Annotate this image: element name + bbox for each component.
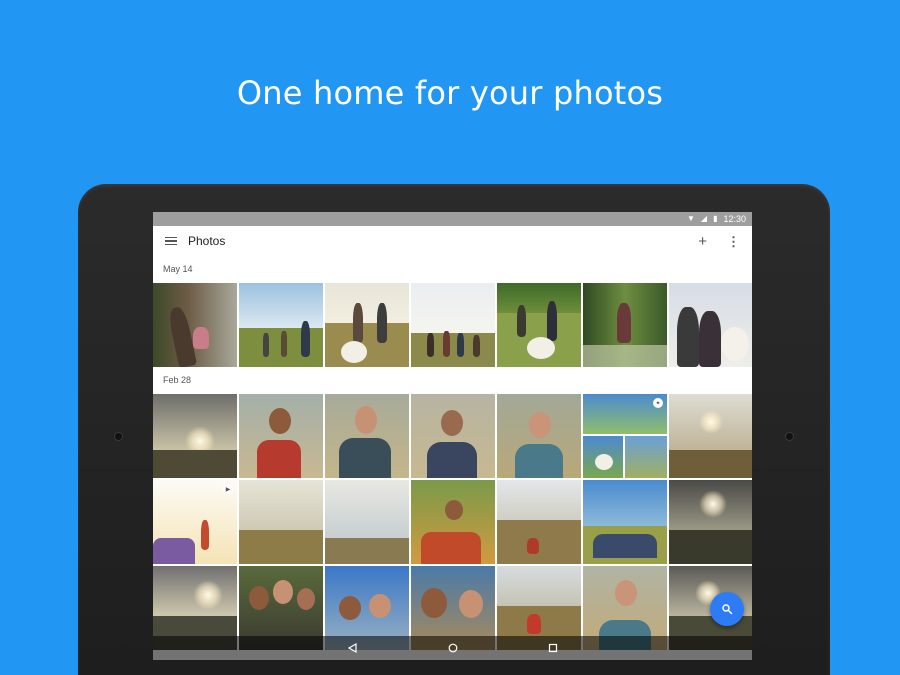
back-icon[interactable] [343, 638, 363, 658]
battery-icon: ▮ [713, 214, 718, 223]
home-icon[interactable] [443, 638, 463, 658]
photo-row [153, 283, 752, 367]
photo-thumbnail[interactable] [411, 283, 495, 367]
section-date-label: Feb 28 [163, 375, 192, 385]
photo-thumbnail[interactable] [669, 394, 752, 478]
photo-thumbnail[interactable] [669, 480, 752, 564]
photo-thumbnail[interactable] [669, 283, 752, 367]
photo-thumbnail[interactable] [239, 480, 323, 564]
photo-thumbnail[interactable] [153, 283, 237, 367]
photo-thumbnail[interactable] [239, 283, 323, 367]
photo-thumbnail[interactable] [583, 283, 667, 367]
section-date-label: May 14 [163, 264, 193, 274]
front-sensor [114, 432, 123, 441]
collage-icon: ✦ [653, 398, 663, 408]
photo-thumbnail[interactable] [239, 394, 323, 478]
search-fab[interactable] [710, 592, 744, 626]
headline: One home for your photos [236, 74, 664, 112]
tablet-screen: ▼ ◢ ▮ 12:30 Photos + ⋮ May 14 Feb 28 ✦ ▶ [153, 212, 752, 660]
photo-thumbnail[interactable] [153, 394, 237, 478]
system-nav-bar [153, 636, 752, 660]
front-sensor [785, 432, 794, 441]
video-play-icon: ▶ [223, 484, 233, 494]
photo-thumbnail[interactable] [325, 283, 409, 367]
tablet-frame: ▼ ◢ ▮ 12:30 Photos + ⋮ May 14 Feb 28 ✦ ▶ [78, 184, 830, 675]
photo-thumbnail[interactable] [325, 480, 409, 564]
photo-thumbnail[interactable] [497, 283, 581, 367]
photo-row: ▶ [153, 480, 752, 564]
photo-thumbnail[interactable] [583, 480, 667, 564]
more-vert-icon[interactable]: ⋮ [727, 235, 740, 248]
photo-row: ✦ [153, 394, 752, 478]
photo-thumbnail[interactable] [411, 394, 495, 478]
photo-thumbnail[interactable] [325, 394, 409, 478]
add-icon[interactable]: + [698, 234, 707, 249]
status-time: 12:30 [723, 214, 746, 224]
app-bar: Photos + ⋮ [153, 226, 752, 256]
photo-thumbnail[interactable] [411, 480, 495, 564]
status-bar: ▼ ◢ ▮ 12:30 [153, 212, 752, 226]
photo-thumbnail[interactable]: ✦ [583, 394, 667, 478]
search-icon [722, 604, 733, 615]
menu-icon[interactable] [165, 236, 177, 246]
photo-thumbnail[interactable] [497, 480, 581, 564]
app-title: Photos [188, 234, 226, 248]
recents-icon[interactable] [543, 638, 563, 658]
signal-icon: ◢ [700, 214, 708, 223]
photo-thumbnail[interactable]: ▶ [153, 480, 237, 564]
photo-thumbnail[interactable] [497, 394, 581, 478]
wifi-icon: ▼ [686, 214, 695, 223]
